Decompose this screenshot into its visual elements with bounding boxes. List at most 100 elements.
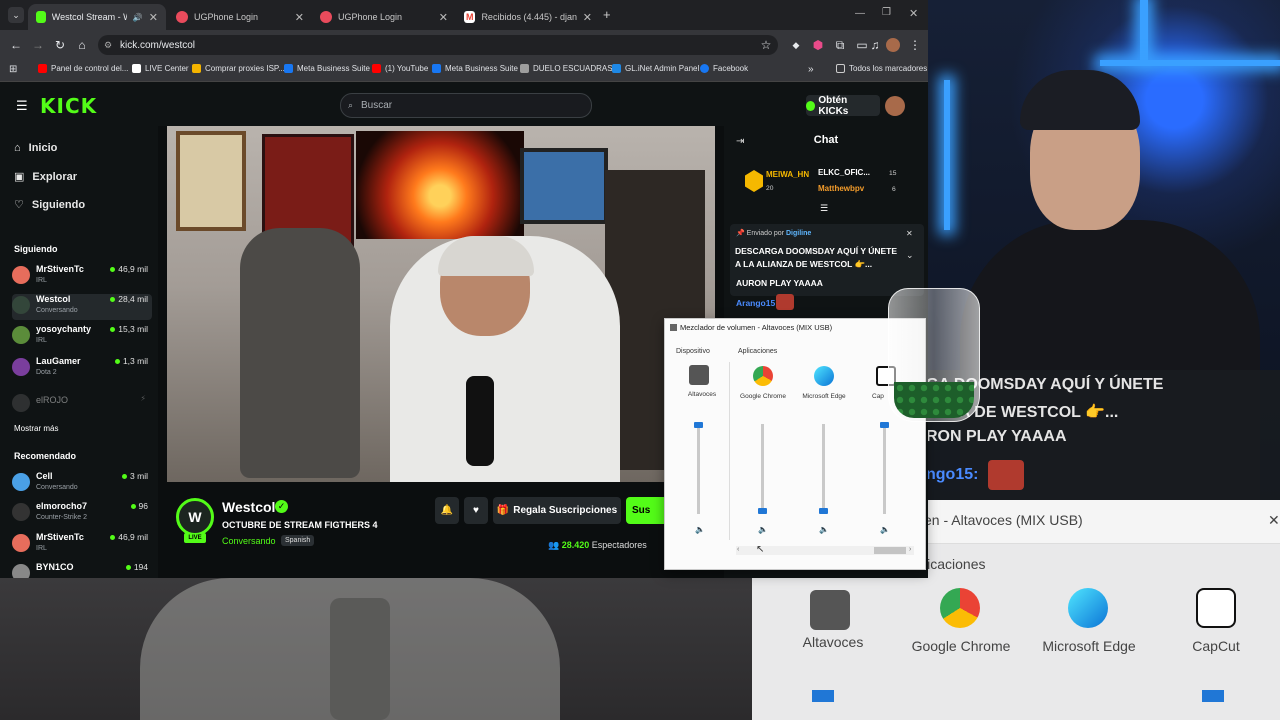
meta-icon — [432, 64, 441, 73]
close-icon[interactable]: ✕ — [439, 11, 448, 24]
search-input[interactable]: ⌕ Buscar — [340, 93, 592, 118]
speaker-icon[interactable]: 🔊 — [133, 13, 143, 22]
mute-speaker-icon[interactable]: 🔈 — [880, 525, 890, 534]
expand-gifters-icon[interactable]: ☰ — [820, 203, 828, 214]
scroll-left-icon[interactable]: ‹ — [737, 546, 739, 553]
close-icon[interactable]: ✕ — [583, 11, 592, 24]
nav-explore[interactable]: ▣ Explorar — [14, 170, 77, 184]
tab-westcol[interactable]: Westcol Stream - Watch Liv 🔊 ✕ — [28, 4, 166, 30]
show-more-link[interactable]: Mostrar más — [14, 424, 58, 433]
extensions-puzzle-icon[interactable]: ⧉ — [831, 36, 849, 54]
bookmark-item[interactable]: Meta Business Suite — [284, 64, 370, 73]
bookmark-item[interactable]: Panel de control del... — [38, 64, 128, 73]
notification-bell-button[interactable]: 🔔 — [435, 497, 459, 524]
channel-avatar[interactable]: W — [176, 498, 214, 536]
bookmark-item[interactable]: DUELO ESCUADRAS... — [520, 64, 619, 73]
bookmark-item[interactable]: Facebook — [700, 64, 748, 73]
extension-icon[interactable]: ⬢ — [809, 36, 827, 54]
big-slider-thumb — [1202, 690, 1224, 702]
minimize-icon[interactable]: — — [855, 8, 865, 19]
chrome-icon[interactable] — [753, 366, 773, 386]
back-icon[interactable]: ← — [7, 36, 25, 54]
volume-track[interactable] — [761, 424, 764, 514]
edge-icon[interactable] — [814, 366, 834, 386]
pinned-message-text: DESCARGA DOOMSDAY AQUÍ Y ÚNETE A LA ALIA… — [735, 246, 898, 269]
volume-slider-thumb[interactable] — [819, 508, 828, 514]
following-item[interactable]: MrStivenTc IRL 46,9 mil — [12, 264, 152, 290]
volume-slider-thumb[interactable] — [694, 422, 703, 428]
forward-icon[interactable]: → — [29, 36, 47, 54]
get-kicks-button[interactable]: Obtén KICKs — [806, 95, 880, 117]
kick-logo[interactable]: KICK — [40, 94, 97, 118]
chat-title: Chat — [813, 134, 839, 146]
nav-home[interactable]: ⌂ Inicio — [14, 142, 57, 154]
following-item-offline[interactable]: elROJO ⚡ — [12, 392, 152, 418]
follow-button[interactable]: ♥ — [464, 497, 488, 524]
hamburger-menu-icon[interactable]: ☰ — [16, 98, 28, 114]
channel-name[interactable]: Westcol — [222, 499, 275, 515]
top-gifter[interactable]: ELKC_OFIC... — [818, 168, 870, 177]
gift-subs-button[interactable]: 🎁 Regala Suscripciones — [493, 497, 621, 524]
scrollbar-thumb[interactable] — [874, 547, 906, 554]
big-mixer-title: en - Altavoces (MIX USB) — [924, 512, 1083, 528]
scroll-right-icon[interactable]: › — [909, 546, 911, 553]
new-tab-button[interactable]: + — [603, 7, 611, 22]
home-icon[interactable]: ⌂ — [73, 36, 91, 54]
maximize-icon[interactable]: ❐ — [882, 7, 891, 18]
stream-category[interactable]: Conversando — [222, 536, 276, 546]
close-icon[interactable]: ✕ — [295, 11, 304, 24]
clover-fill-overlay — [894, 382, 974, 418]
chat-username[interactable]: Arango15: — [736, 298, 778, 308]
following-item-active[interactable]: Westcol Conversando 28,4 mil — [12, 294, 152, 320]
bookmark-item[interactable]: (1) YouTube — [372, 64, 428, 73]
chevron-down-icon[interactable]: ⌄ — [906, 250, 914, 261]
following-item[interactable]: LauGamer Dota 2 1,3 mil — [12, 356, 152, 382]
mute-speaker-icon[interactable]: 🔈 — [695, 525, 705, 534]
language-tag[interactable]: Spanish — [281, 535, 315, 546]
tab-ugphone-2[interactable]: UGPhone Login ✕ — [312, 4, 456, 30]
extension-icon[interactable]: ◆ — [787, 36, 805, 54]
recommended-item[interactable]: BYN1CO 194 — [12, 562, 152, 578]
unpin-icon[interactable]: ✕ — [906, 229, 913, 238]
user-avatar[interactable] — [885, 96, 905, 116]
nav-following[interactable]: ♡ Siguiendo — [14, 198, 85, 212]
tab-search-icon[interactable]: ⌄ — [8, 7, 24, 23]
bookmark-item[interactable]: Comprar proxies ISP... — [192, 64, 285, 73]
recommended-item[interactable]: Cell Conversando 3 mil — [12, 471, 152, 497]
mute-speaker-icon[interactable]: 🔈 — [819, 525, 829, 534]
close-icon[interactable]: ✕ — [149, 11, 158, 24]
recommended-item[interactable]: elmorocho7 Counter-Strike 2 96 — [12, 501, 152, 527]
volume-slider-thumb[interactable] — [880, 422, 889, 428]
tab-ugphone-1[interactable]: UGPhone Login ✕ — [168, 4, 312, 30]
reload-icon[interactable]: ↻ — [51, 36, 69, 54]
media-control-icon[interactable]: ♫ — [866, 36, 884, 54]
bookmark-item[interactable]: LIVE Center — [132, 64, 189, 73]
window-close-icon[interactable]: ✕ — [909, 7, 918, 20]
tab-gmail[interactable]: M Recibidos (4.445) - djandro.ofic ✕ — [456, 4, 600, 30]
search-icon: ⌕ — [348, 100, 354, 110]
divider — [729, 362, 730, 540]
menu-kebab-icon[interactable]: ⋮ — [906, 36, 924, 54]
recommended-item[interactable]: MrStivenTc IRL 46,9 mil — [12, 532, 152, 558]
volume-track[interactable] — [697, 424, 700, 514]
bookmark-item[interactable]: GL.iNet Admin Panel — [612, 64, 699, 73]
site-info-icon[interactable]: ⚙ — [104, 40, 112, 51]
mute-speaker-icon[interactable]: 🔈 — [758, 525, 768, 534]
following-item[interactable]: yosoychanty IRL 15,3 mil — [12, 324, 152, 350]
apps-grid-icon[interactable]: ⊞ — [9, 64, 17, 75]
device-label: Dispositivo — [676, 348, 710, 355]
bookmark-item[interactable]: Meta Business Suite — [432, 64, 518, 73]
top-gifter[interactable]: Matthewbpv — [818, 184, 864, 193]
volume-track[interactable] — [883, 424, 886, 514]
avatar — [12, 266, 30, 284]
volume-track[interactable] — [822, 424, 825, 514]
bookmark-star-icon[interactable]: ☆ — [757, 36, 775, 54]
bookmarks-overflow-icon[interactable]: » — [808, 64, 814, 75]
all-bookmarks-button[interactable]: Todos los marcadores — [836, 64, 927, 73]
profile-avatar[interactable] — [884, 36, 902, 54]
subscribe-button[interactable]: Sus — [626, 497, 666, 524]
top-gifter[interactable]: MEIWA_HN — [766, 170, 809, 179]
speaker-device-icon[interactable] — [689, 365, 709, 385]
volume-slider-thumb[interactable] — [758, 508, 767, 514]
address-bar[interactable]: ⚙ kick.com/westcol — [98, 35, 778, 55]
